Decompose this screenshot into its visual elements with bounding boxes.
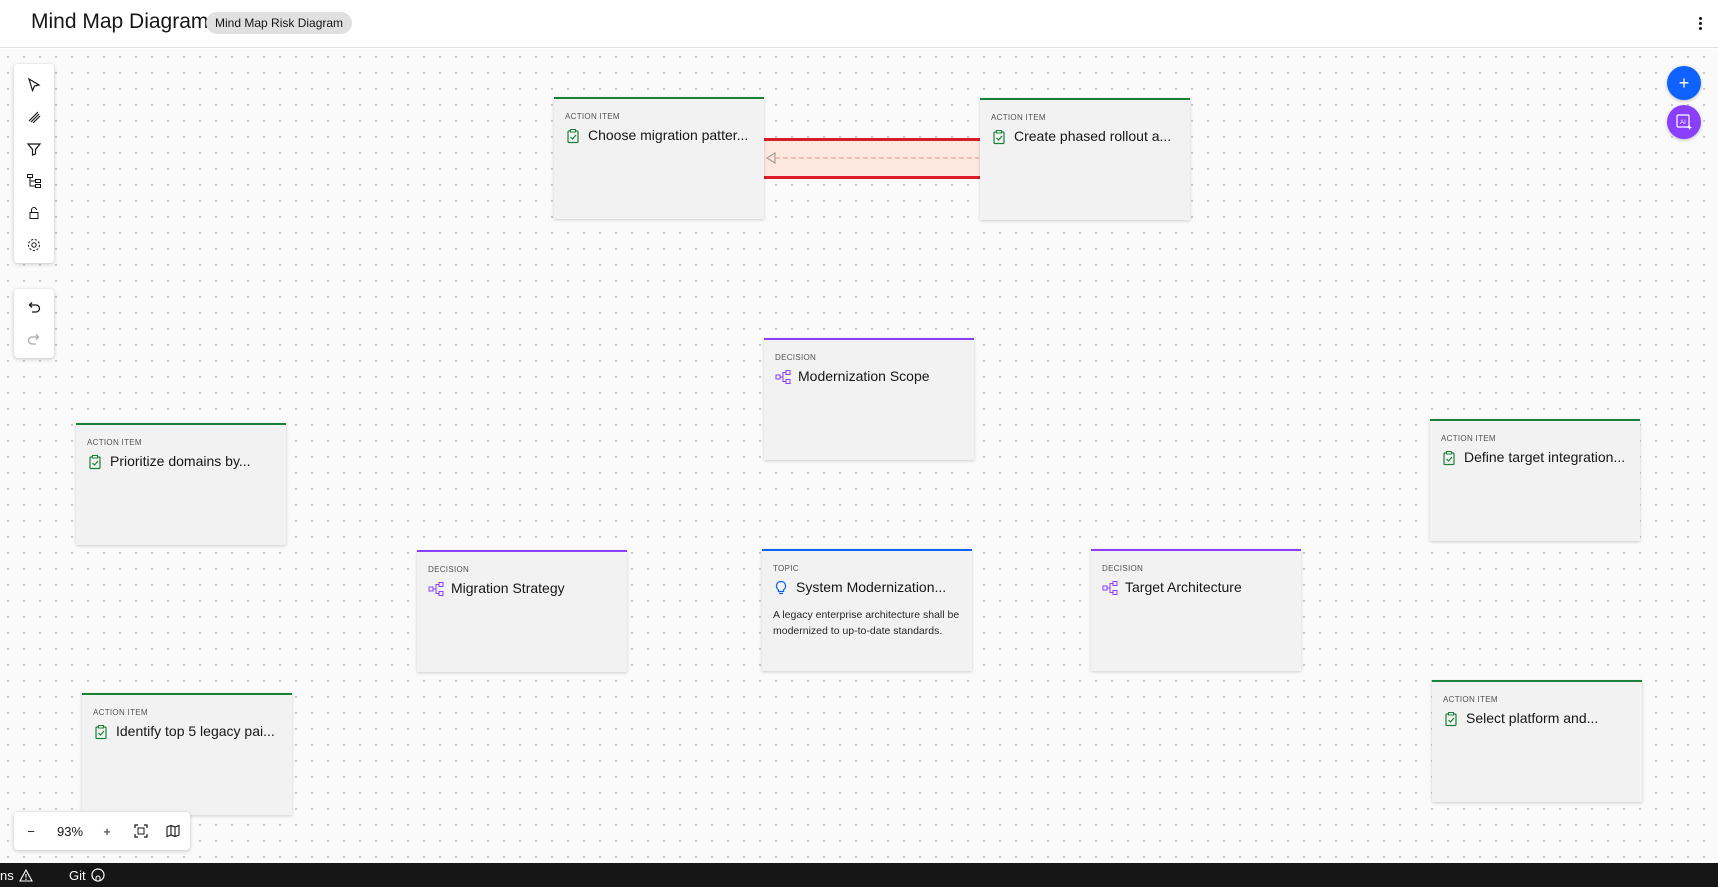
node-title: Define target integration... bbox=[1464, 449, 1626, 465]
node-action-item[interactable]: ACTION ITEM Create phased rollout a... bbox=[980, 98, 1190, 220]
node-title: Select platform and... bbox=[1466, 710, 1599, 726]
node-action-item[interactable]: ACTION ITEM Prioritize domains by... bbox=[76, 423, 286, 545]
svg-text:AI: AI bbox=[1680, 120, 1686, 126]
ai-assistant-button[interactable]: AI bbox=[1667, 105, 1701, 139]
node-title: Identify top 5 legacy pai... bbox=[116, 723, 275, 739]
node-decision[interactable]: DECISION Migration Strategy bbox=[417, 550, 627, 672]
zoom-controls: − 93% + bbox=[14, 812, 190, 850]
settings-icon[interactable] bbox=[14, 229, 54, 261]
git-label: Git bbox=[69, 867, 86, 883]
clipboard-check-icon bbox=[1443, 451, 1455, 466]
status-bar: ns Git bbox=[0, 863, 1718, 887]
node-type-label: ACTION ITEM bbox=[565, 112, 620, 121]
node-title: Create phased rollout a... bbox=[1014, 128, 1172, 144]
node-title: Prioritize domains by... bbox=[110, 453, 251, 469]
node-type-label: TOPIC bbox=[773, 564, 799, 573]
decision-tree-icon bbox=[428, 582, 444, 596]
pointer-icon[interactable] bbox=[14, 69, 54, 101]
hierarchy-icon[interactable] bbox=[14, 165, 54, 197]
fit-to-screen-icon[interactable] bbox=[126, 812, 156, 850]
node-action-item[interactable]: ACTION ITEM Choose migration patter... bbox=[554, 97, 764, 219]
pen-icon[interactable] bbox=[14, 101, 54, 133]
zoom-level: 93% bbox=[56, 823, 84, 839]
node-type-label: DECISION bbox=[1102, 564, 1144, 573]
node-type-label: DECISION bbox=[775, 353, 817, 362]
redo-icon[interactable] bbox=[14, 324, 54, 356]
warning-icon bbox=[18, 868, 33, 882]
ai-icon: AI bbox=[1676, 114, 1692, 130]
diagram-type-tag[interactable]: Mind Map Risk Diagram bbox=[206, 12, 353, 34]
node-decision[interactable]: DECISION Target Architecture bbox=[1091, 549, 1301, 671]
clipboard-check-icon bbox=[993, 130, 1005, 145]
minimap-icon[interactable] bbox=[158, 812, 188, 850]
node-type-label: ACTION ITEM bbox=[87, 438, 142, 447]
node-type-label: ACTION ITEM bbox=[1441, 434, 1496, 443]
node-type-label: ACTION ITEM bbox=[1443, 695, 1498, 704]
decision-tree-icon bbox=[1102, 581, 1118, 595]
overflow-menu-icon[interactable] bbox=[1690, 12, 1710, 34]
clipboard-check-icon bbox=[89, 455, 101, 470]
edge-connector-icon bbox=[766, 152, 979, 164]
problems-indicator[interactable]: ns bbox=[0, 863, 33, 887]
clipboard-check-icon bbox=[567, 129, 579, 144]
plus-icon: + bbox=[1678, 72, 1690, 93]
clipboard-check-icon bbox=[95, 725, 107, 740]
add-node-button[interactable]: + bbox=[1667, 66, 1701, 100]
node-action-item[interactable]: ACTION ITEM Define target integration... bbox=[1430, 419, 1640, 541]
lock-icon[interactable] bbox=[14, 197, 54, 229]
node-title: System Modernization... bbox=[796, 579, 947, 595]
git-indicator[interactable]: Git bbox=[69, 863, 105, 887]
node-type-label: ACTION ITEM bbox=[93, 708, 148, 717]
node-title: Migration Strategy bbox=[451, 580, 565, 596]
node-title: Choose migration patter... bbox=[588, 127, 749, 143]
undo-icon[interactable] bbox=[14, 292, 54, 324]
tool-palette bbox=[14, 64, 54, 263]
history-palette bbox=[14, 289, 54, 358]
node-title: Target Architecture bbox=[1125, 579, 1242, 595]
filter-icon[interactable] bbox=[14, 133, 54, 165]
node-description: A legacy enterprise architecture shall b… bbox=[773, 609, 960, 637]
zoom-in-button[interactable]: + bbox=[92, 812, 122, 850]
zoom-out-button[interactable]: − bbox=[16, 812, 46, 850]
node-action-item[interactable]: ACTION ITEM Select platform and... bbox=[1432, 680, 1642, 802]
problems-label: ns bbox=[0, 867, 14, 883]
app-header: Mind Map Diagram Mind Map Risk Diagram bbox=[0, 0, 1718, 48]
node-type-label: DECISION bbox=[428, 565, 470, 574]
node-topic[interactable]: TOPIC System Modernization... A legacy e… bbox=[762, 549, 972, 671]
github-icon bbox=[91, 868, 105, 882]
decision-tree-icon bbox=[775, 370, 791, 384]
node-action-item[interactable]: ACTION ITEM Identify top 5 legacy pai... bbox=[82, 693, 292, 815]
clipboard-check-icon bbox=[1445, 712, 1457, 727]
node-decision[interactable]: DECISION Modernization Scope bbox=[764, 338, 974, 460]
lightbulb-icon bbox=[775, 580, 787, 595]
node-title: Modernization Scope bbox=[798, 368, 930, 384]
node-type-label: ACTION ITEM bbox=[991, 113, 1046, 122]
selected-edge[interactable] bbox=[754, 138, 986, 179]
page-title: Mind Map Diagram bbox=[31, 10, 209, 33]
